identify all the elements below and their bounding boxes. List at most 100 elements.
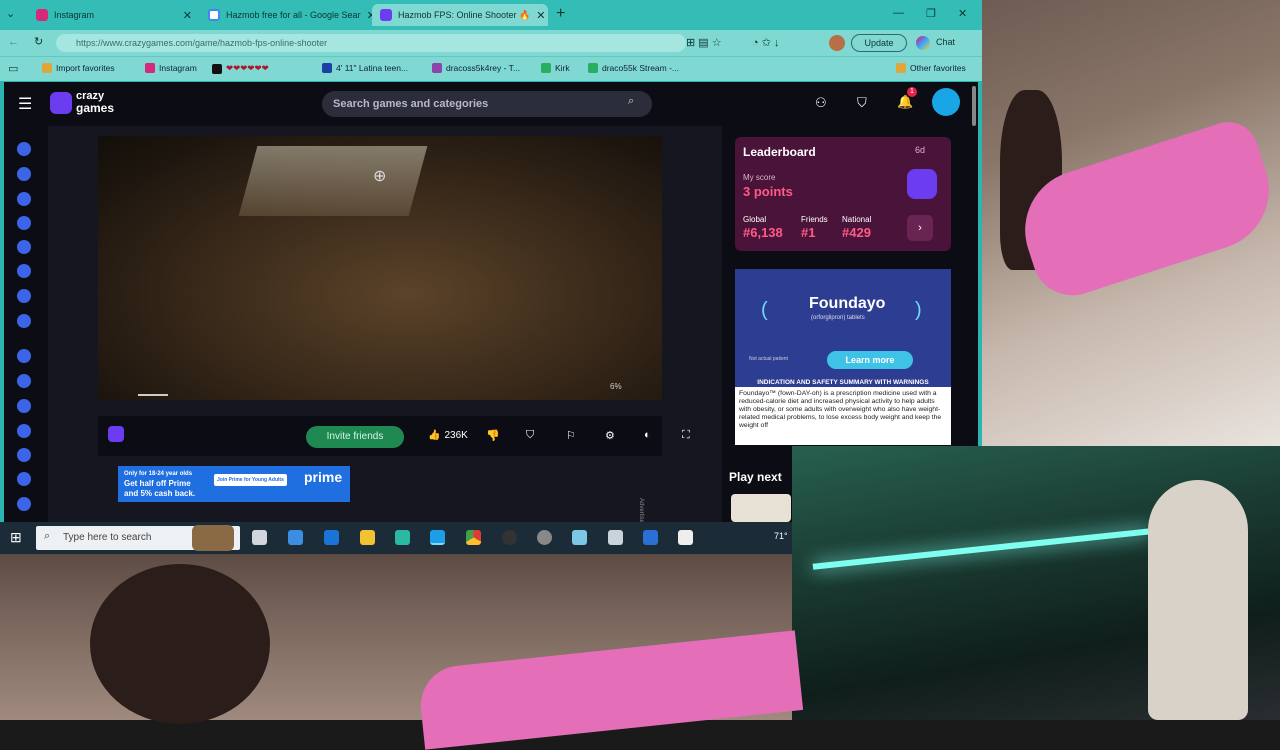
theater-mode-icon[interactable]: ◐ <box>644 429 651 441</box>
search-icon[interactable]: ⌕ <box>628 95 634 108</box>
new-tab-button[interactable]: + <box>556 5 565 23</box>
favorite-item[interactable]: draco55k Stream -... <box>588 63 679 73</box>
menu-icon[interactable]: ☰ <box>18 94 32 114</box>
ad-brand: Foundayo <box>809 295 886 312</box>
global-rank: #6,138 <box>743 225 783 240</box>
google-icon <box>208 9 220 21</box>
action-icon[interactable] <box>17 349 31 363</box>
updated-icon[interactable] <box>17 240 31 254</box>
task-view-icon[interactable] <box>252 530 267 545</box>
close-tab-icon[interactable]: ✕ <box>536 9 545 22</box>
app-icon[interactable] <box>643 530 658 545</box>
recent-icon[interactable] <box>17 167 31 181</box>
favorite-item[interactable]: dracoss5k4rey - T... <box>432 63 520 73</box>
favorite-item[interactable]: Instagram <box>145 63 197 73</box>
maximize-icon[interactable]: ❐ <box>926 7 936 20</box>
ad-left-bracket: ( <box>761 299 768 321</box>
leaderboard-card[interactable]: Leaderboard 6d My score 3 points Global … <box>735 137 951 251</box>
chevron-right-icon[interactable]: › <box>907 215 933 241</box>
store-icon[interactable] <box>288 530 303 545</box>
x-icon <box>322 63 332 73</box>
browser-window: ⌄ Instagram ✕ Hazmob free for all - Goog… <box>0 0 982 536</box>
edge-icon[interactable] <box>430 530 445 545</box>
other-favorites[interactable]: Other favorites <box>896 63 966 73</box>
favorite-item[interactable]: 4' 11" Latina teen... <box>322 63 408 73</box>
close-window-icon[interactable]: ✕ <box>958 7 967 20</box>
file-explorer-icon[interactable] <box>360 530 375 545</box>
tab-instagram[interactable]: Instagram ✕ <box>28 4 200 26</box>
folder-icon <box>42 63 52 73</box>
chat-button[interactable]: Chat <box>936 37 955 47</box>
weather-temp[interactable]: 71° <box>774 531 788 541</box>
shooting-icon[interactable] <box>17 472 31 486</box>
logo-icon[interactable] <box>50 92 72 114</box>
casual-icon[interactable] <box>17 399 31 413</box>
favorite-item[interactable]: Import favorites <box>42 63 115 73</box>
game-canvas[interactable]: ⊕ 6% <box>98 136 662 400</box>
chrome-icon[interactable] <box>466 530 481 545</box>
search-input[interactable]: Search games and categories <box>322 91 652 117</box>
url-field[interactable]: https://www.crazygames.com/game/hazmob-f… <box>56 34 686 52</box>
ad-safety-text[interactable]: Foundayo™ (fown-DAY-oh) is a prescriptio… <box>735 387 951 445</box>
copilot-icon[interactable] <box>916 36 930 50</box>
multiplayer-icon[interactable] <box>17 289 31 303</box>
tab-hazmob[interactable]: Hazmob FPS: Online Shooter 🔥 ✕ <box>372 4 548 26</box>
update-button[interactable]: Update <box>851 34 907 52</box>
refresh-icon[interactable]: ↻ <box>34 35 43 48</box>
user-avatar[interactable] <box>932 88 960 116</box>
bookmark-icon[interactable]: ⛉ <box>857 95 867 111</box>
obs-icon[interactable] <box>502 530 517 545</box>
outlook-icon[interactable] <box>324 530 339 545</box>
tab-actions-icon[interactable]: ⌄ <box>6 7 22 23</box>
adventure-icon[interactable] <box>17 374 31 388</box>
settings-icon[interactable] <box>537 530 552 545</box>
kick-icon <box>588 63 598 73</box>
tab-google-search[interactable]: Hazmob free for all - Google Sear ✕ <box>200 4 372 26</box>
app-icon[interactable] <box>395 530 410 545</box>
owl-decoration-icon <box>192 525 234 551</box>
ad-disclaimer: Not actual patient <box>749 356 788 362</box>
new-icon[interactable] <box>17 192 31 206</box>
report-icon[interactable]: ⚐ <box>566 429 576 442</box>
ad-warning-header: INDICATION AND SAFETY SUMMARY WITH WARNI… <box>757 379 929 386</box>
crosshair-icon: ⊕ <box>373 168 387 185</box>
scrollbar[interactable] <box>972 86 976 126</box>
shield-icon[interactable] <box>678 530 693 545</box>
learn-more-button[interactable]: Learn more <box>827 351 913 369</box>
back-icon[interactable]: ← <box>8 36 19 48</box>
category-icon[interactable] <box>17 314 31 328</box>
like-button[interactable]: 👍 236K <box>428 430 468 441</box>
start-icon[interactable]: ⊞ <box>10 529 22 546</box>
toolbar-icons[interactable]: ◔ ✩ ↓ <box>752 36 779 49</box>
favorites-menu-icon[interactable]: ▭ <box>8 62 18 75</box>
game-toolbar: Invite friends 👍 236K 👎 ⛉ ⚐ ⚙ ◐ ⛶ <box>98 416 690 456</box>
minimize-icon[interactable]: — <box>893 7 904 19</box>
prime-ad-banner[interactable]: Only for 18-24 year olds Get half off Pr… <box>118 466 350 502</box>
originals-icon[interactable] <box>17 264 31 278</box>
twitch-icon <box>432 63 442 73</box>
favorite-item[interactable]: Kirk <box>541 63 570 73</box>
favorite-item[interactable]: ❤❤❤❤❤❤ <box>212 63 269 74</box>
app-icon[interactable] <box>572 530 587 545</box>
thumbs-down-icon[interactable]: 👎 <box>486 429 500 442</box>
sports-icon[interactable] <box>17 497 31 511</box>
driving-icon[interactable] <box>17 448 31 462</box>
settings-icon[interactable]: ⚙ <box>605 429 615 442</box>
app-icon[interactable] <box>608 530 623 545</box>
clicker-icon[interactable] <box>17 424 31 438</box>
profile-avatar[interactable] <box>829 35 845 51</box>
bookmark-icon[interactable]: ⛉ <box>526 429 534 442</box>
ad-cta-button[interactable]: Join Prime for Young Adults <box>214 474 287 486</box>
extensions-icon[interactable]: ⊞ ▤ ☆ <box>686 36 722 49</box>
left-nav-rail <box>4 126 44 522</box>
foundayo-ad[interactable]: Foundayo (orforglipron) tablets ( ) Not … <box>735 269 951 445</box>
fullscreen-icon[interactable]: ⛶ <box>682 429 690 442</box>
invite-friends-button[interactable]: Invite friends <box>306 426 404 448</box>
trending-icon[interactable] <box>17 216 31 230</box>
pink-outfit-shape <box>416 630 804 750</box>
close-tab-icon[interactable]: ✕ <box>183 9 192 22</box>
friends-icon[interactable]: ⚇ <box>815 95 827 111</box>
instagram-icon <box>36 9 48 21</box>
home-icon[interactable] <box>17 142 31 156</box>
play-next-thumbnail[interactable] <box>731 494 791 522</box>
